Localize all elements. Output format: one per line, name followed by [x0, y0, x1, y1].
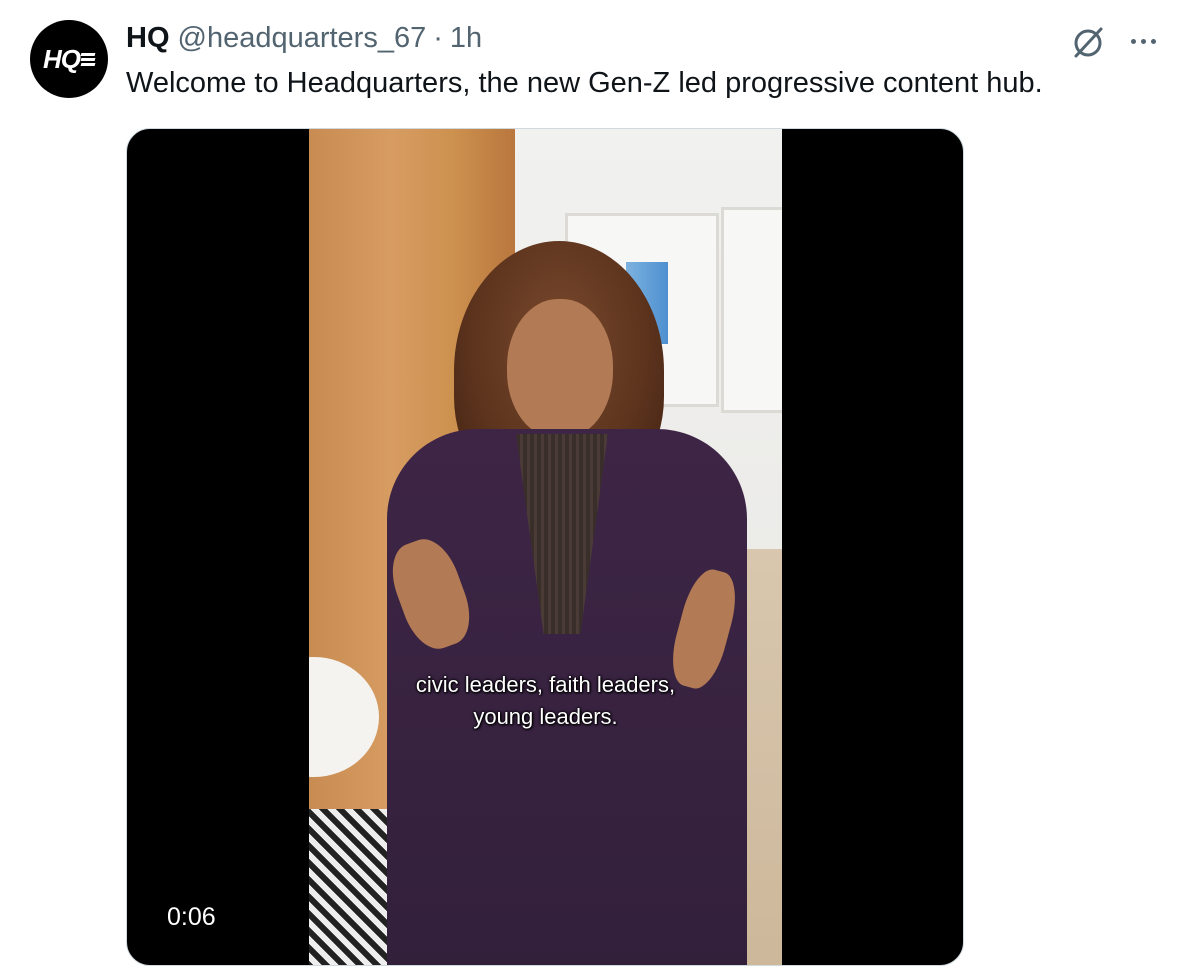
avatar[interactable]: HQ	[30, 20, 108, 98]
separator: ·	[433, 22, 443, 54]
tweet[interactable]: HQ HQ @headquarters_67 · 1h Welcome to H…	[0, 0, 1186, 980]
timestamp[interactable]: 1h	[450, 20, 482, 56]
tweet-header: HQ @headquarters_67 · 1h	[126, 20, 482, 56]
wall-art	[721, 207, 782, 413]
person-face	[507, 299, 613, 439]
avatar-logo-text: HQ	[43, 43, 81, 74]
grok-icon[interactable]	[1068, 22, 1108, 62]
tweet-text: Welcome to Headquarters, the new Gen-Z l…	[126, 67, 1043, 99]
more-icon[interactable]	[1124, 22, 1162, 60]
caption-line: young leaders.	[473, 704, 618, 729]
video-frame: civic leaders, faith leaders, young lead…	[309, 129, 782, 965]
video-caption: civic leaders, faith leaders, young lead…	[309, 669, 782, 733]
more-dot	[1140, 38, 1146, 44]
more-dot	[1130, 38, 1136, 44]
author-name[interactable]: HQ	[126, 20, 170, 56]
author-handle[interactable]: @headquarters_67	[178, 20, 427, 56]
avatar-logo-lines	[80, 51, 96, 68]
caption-line: civic leaders, faith leaders,	[415, 672, 676, 697]
more-dot	[1150, 38, 1156, 44]
video-timestamp: 0:06	[167, 903, 216, 931]
video-player[interactable]: civic leaders, faith leaders, young lead…	[126, 128, 964, 966]
